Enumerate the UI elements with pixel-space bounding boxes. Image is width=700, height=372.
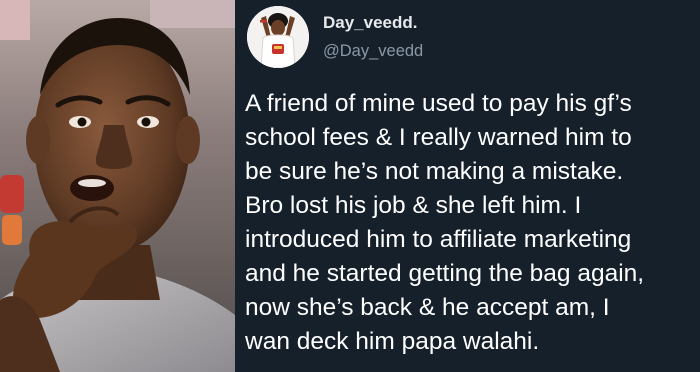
tweet-body-line: introduced him to affiliate marketing [245, 226, 632, 253]
user-avatar[interactable] [247, 6, 309, 68]
tweet-body-line: school fees & I really warned him to [245, 124, 632, 151]
tweet-body-line: and he started getting the bag again, [245, 260, 645, 287]
tweet-body-line: be sure he’s not making a mistake. [245, 158, 624, 185]
tweet-body-line: A friend of mine used to pay his gf’s [245, 90, 632, 117]
tweet-card: Day_veedd. @Day_veedd A friend of mine u… [235, 0, 700, 372]
reaction-photo [0, 0, 235, 372]
tweet-body-line: now she’s back & he accept am, I [245, 294, 610, 321]
meme-image: Day_veedd. @Day_veedd A friend of mine u… [0, 0, 700, 372]
tweet-body-line: Bro lost his job & she left him. I [245, 192, 582, 219]
display-name[interactable]: Day_veedd. [323, 13, 418, 33]
tweet-body-line: wan deck him papa walahi. [245, 328, 540, 355]
tweet-body: A friend of mine used to pay his gf’s sc… [245, 87, 697, 359]
user-handle[interactable]: @Day_veedd [323, 42, 423, 61]
